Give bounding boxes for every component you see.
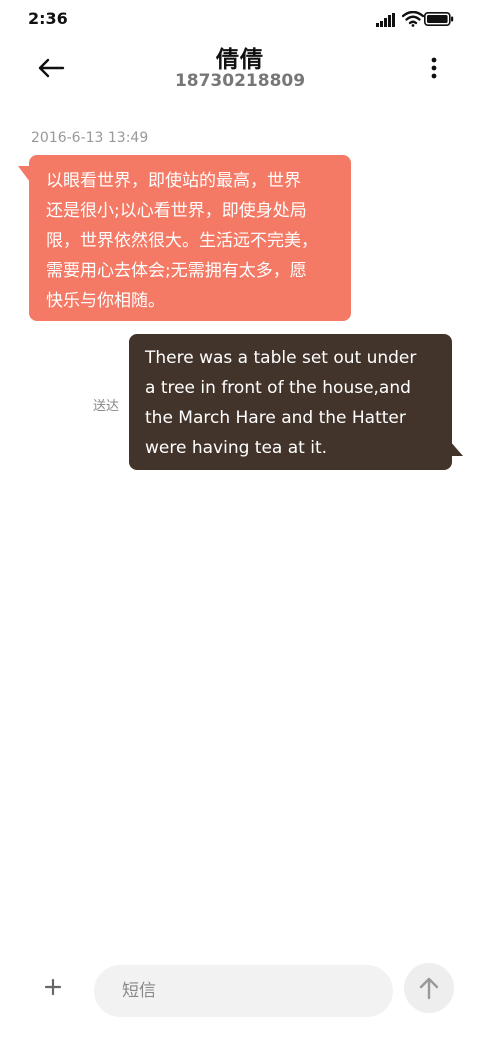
- delivery-status: 送达: [93, 399, 120, 414]
- send-button[interactable]: [404, 963, 454, 1013]
- battery-icon: [424, 12, 454, 26]
- more-options-button[interactable]: [424, 52, 444, 84]
- more-vertical-icon: [431, 57, 437, 79]
- incoming-message-line: 还是很小;以心看世界，即使身处局: [46, 201, 307, 221]
- outgoing-message-line: the March Hare and the Hatter: [145, 408, 406, 428]
- incoming-message-line: 限，世界依然很大。生活远不完美，: [46, 231, 318, 251]
- signal-icon: [376, 13, 395, 27]
- message-input[interactable]: [94, 965, 393, 1017]
- incoming-message-line: 以眼看世界，即使站的最高，世界: [46, 171, 301, 191]
- outgoing-message-bubble[interactable]: There was a table set out under a tree i…: [129, 334, 452, 470]
- message-timestamp: 2016-6-13 13:49: [31, 130, 149, 146]
- outgoing-message-line: a tree in front of the house,and: [145, 378, 411, 398]
- plus-icon: [44, 978, 62, 996]
- incoming-message-line: 需要用心去体会;无需拥有太多，愿: [46, 261, 307, 281]
- outgoing-bubble-tail: [449, 440, 463, 456]
- status-bar: 2:36: [0, 0, 480, 38]
- outgoing-message-line: There was a table set out under: [145, 348, 417, 368]
- wifi-icon: [402, 11, 424, 27]
- incoming-message-bubble[interactable]: 以眼看世界，即使站的最高，世界 还是很小;以心看世界，即使身处局 限，世界依然很…: [29, 155, 351, 321]
- contact-number: 18730218809: [174, 71, 306, 91]
- outgoing-message-line: were having tea at it.: [145, 438, 328, 458]
- contact-name: 倩倩: [216, 47, 264, 73]
- sms-conversation-screen: 2:36 倩倩 18730218809 2016-6-13 13:49 以眼看世…: [0, 0, 480, 1040]
- conversation-header: 倩倩 18730218809: [0, 38, 480, 100]
- attach-button[interactable]: [38, 972, 68, 1002]
- arrow-up-icon: [419, 977, 439, 1000]
- status-time: 2:36: [28, 9, 68, 28]
- incoming-message-line: 快乐与你相随。: [46, 291, 165, 311]
